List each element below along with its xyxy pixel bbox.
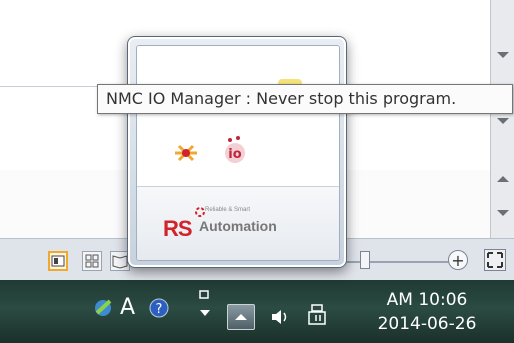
logo-rs-text: RS bbox=[163, 216, 193, 241]
svg-text:?: ? bbox=[156, 302, 163, 317]
scroll-up-arrow[interactable] bbox=[497, 176, 509, 182]
clock[interactable]: AM 10:06 2014-06-26 bbox=[362, 288, 492, 336]
print-layout-view-button[interactable] bbox=[48, 251, 68, 271]
ime-icon[interactable]: A bbox=[120, 297, 135, 319]
help-icon[interactable]: ? bbox=[148, 297, 170, 319]
scroll-down-arrow[interactable] bbox=[497, 210, 509, 216]
pen-flick-icon[interactable] bbox=[198, 288, 212, 316]
popup-content: io RS Reliable & Smart Automation bbox=[136, 45, 340, 261]
logo-mark-icon bbox=[195, 207, 205, 217]
taskbar: A ? AM 10:06 2014-06-26 bbox=[0, 280, 514, 343]
hidden-icons-panel: io bbox=[137, 46, 339, 186]
scroll-down-arrow[interactable] bbox=[497, 52, 509, 58]
network-status-icon[interactable] bbox=[92, 297, 116, 319]
rs-automation-logo: RS Reliable & Smart Automation bbox=[137, 187, 339, 260]
notification-overflow-popup: io RS Reliable & Smart Automation bbox=[127, 36, 347, 268]
volume-icon[interactable] bbox=[269, 306, 291, 328]
show-hidden-icons-button[interactable] bbox=[227, 304, 255, 330]
tooltip: NMC IO Manager : Never stop this program… bbox=[97, 84, 513, 114]
io-manager-icon[interactable]: io bbox=[219, 134, 249, 164]
fit-window-button[interactable] bbox=[484, 249, 506, 271]
zoom-slider-thumb[interactable] bbox=[360, 251, 370, 269]
print-layout-icon bbox=[51, 255, 65, 267]
zoom-slider-track[interactable] bbox=[340, 261, 450, 263]
clock-date: 2014-06-26 bbox=[377, 314, 477, 334]
scroll-down-arrow[interactable] bbox=[497, 118, 509, 124]
vertical-scrollbar[interactable] bbox=[490, 0, 514, 238]
logo-automation-text: Automation bbox=[199, 218, 277, 234]
zoom-in-button[interactable]: + bbox=[448, 250, 468, 270]
logo-tagline: Reliable & Smart bbox=[205, 207, 251, 213]
full-screen-view-button[interactable] bbox=[82, 251, 102, 271]
fit-icon bbox=[487, 252, 503, 268]
svg-text:io: io bbox=[228, 147, 241, 162]
network-icon[interactable] bbox=[171, 138, 201, 168]
chevron-up-icon bbox=[235, 314, 247, 320]
clock-time: AM 10:06 bbox=[386, 290, 468, 310]
power-icon[interactable] bbox=[306, 302, 330, 325]
grid-icon bbox=[85, 254, 99, 268]
